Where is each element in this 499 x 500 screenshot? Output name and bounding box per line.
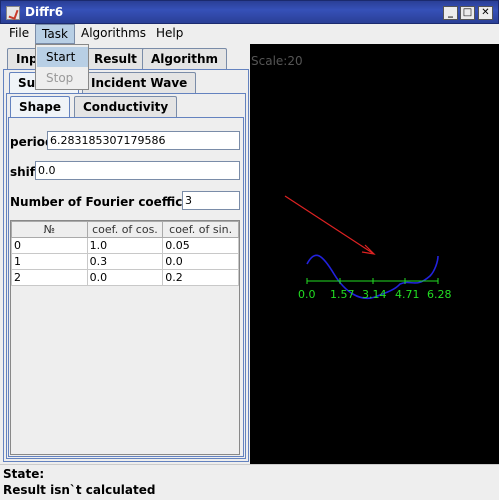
table-cell[interactable]: 1 <box>11 253 88 270</box>
window-title: Diffr6 <box>25 5 64 19</box>
task-dropdown-menu: Start Stop <box>35 44 89 90</box>
menu-item-start[interactable]: Start <box>37 47 88 67</box>
table-cell[interactable]: 0 <box>11 237 88 254</box>
column-header-index[interactable]: № <box>11 221 88 238</box>
tick-label: 4.71 <box>395 288 420 301</box>
incident-wave-arrow <box>284 195 375 255</box>
period-field[interactable]: 6.283185307179586 <box>47 131 240 150</box>
tab-conductivity[interactable]: Conductivity <box>74 96 178 118</box>
table-cell[interactable]: 0.3 <box>86 253 164 270</box>
tick-label: 1.57 <box>330 288 355 301</box>
tick-label: 3.14 <box>362 288 387 301</box>
tick-label: 0.0 <box>298 288 316 301</box>
tab-incident-wave[interactable]: Incident Wave <box>82 72 197 94</box>
menu-file[interactable]: File <box>3 24 35 44</box>
status-bar: State: Result isn`t calculated <box>0 464 499 500</box>
close-icon[interactable]: ✕ <box>478 6 493 20</box>
app-icon <box>6 6 20 20</box>
tab-result[interactable]: Result <box>85 48 146 70</box>
tab-algorithm[interactable]: Algorithm <box>142 48 228 70</box>
table-cell[interactable]: 2 <box>11 269 88 286</box>
scale-label: Scale:20 <box>251 54 303 68</box>
table-cell[interactable]: 0.0 <box>162 253 239 270</box>
table-row[interactable]: 1 0.3 0.0 <box>11 253 239 270</box>
table-cell[interactable]: 0.2 <box>162 269 239 286</box>
table-header-row: № coef. of cos. coef. of sin. <box>11 221 239 238</box>
status-message: Result isn`t calculated <box>3 483 156 497</box>
menu-bar: File Task Algorithms Help <box>0 24 499 44</box>
tick-label: 6.28 <box>427 288 452 301</box>
table-cell[interactable]: 0.05 <box>162 237 239 254</box>
title-bar: Diffr6 _ □ ✕ <box>0 0 499 24</box>
fourier-count-field[interactable]: 3 <box>182 191 240 210</box>
visualization-canvas[interactable]: Scale:20 0.0 1.57 3.14 4.71 6.28 <box>250 44 499 464</box>
tab-shape[interactable]: Shape <box>10 96 71 118</box>
shift-field[interactable]: 0.0 <box>35 161 240 180</box>
state-label: State: <box>3 467 45 481</box>
table-cell[interactable]: 1.0 <box>86 237 164 254</box>
minimize-icon[interactable]: _ <box>443 6 458 20</box>
coefficients-table: № coef. of cos. coef. of sin. 0 1.0 0.05… <box>11 221 239 286</box>
menu-help[interactable]: Help <box>150 24 189 44</box>
canvas-drawing: Scale:20 0.0 1.57 3.14 4.71 6.28 <box>251 54 452 301</box>
menu-algorithms[interactable]: Algorithms <box>75 24 152 44</box>
maximize-icon[interactable]: □ <box>460 6 475 20</box>
table-cell[interactable]: 0.0 <box>86 269 164 286</box>
column-header-cos[interactable]: coef. of cos. <box>86 221 164 238</box>
menu-task[interactable]: Task <box>35 24 75 44</box>
table-row[interactable]: 2 0.0 0.2 <box>11 269 239 286</box>
table-row[interactable]: 0 1.0 0.05 <box>11 237 239 254</box>
column-header-sin[interactable]: coef. of sin. <box>162 221 239 238</box>
menu-item-stop: Stop <box>46 71 74 85</box>
